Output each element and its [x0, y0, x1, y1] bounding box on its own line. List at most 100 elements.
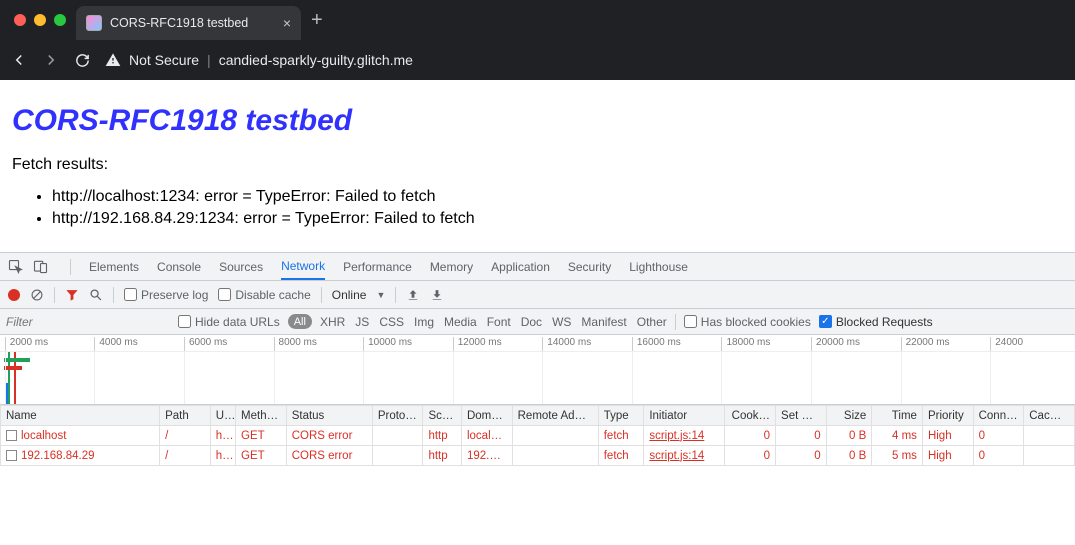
upload-icon[interactable] — [406, 288, 420, 302]
row-checkbox[interactable] — [6, 430, 17, 441]
search-icon[interactable] — [89, 288, 103, 302]
timeline-bar — [4, 366, 22, 370]
page-content: CORS-RFC1918 testbed Fetch results: http… — [0, 80, 1075, 252]
table-row[interactable]: localhost/h…GETCORS errorhttplocal…fetch… — [1, 426, 1075, 446]
timeline-tick: 2000 ms — [5, 337, 48, 351]
tab-sources[interactable]: Sources — [219, 260, 263, 274]
filter-type-doc[interactable]: Doc — [521, 315, 542, 329]
preserve-log-checkbox[interactable]: Preserve log — [124, 288, 208, 302]
col-conn[interactable]: Conn… — [973, 406, 1024, 426]
throttle-selector[interactable]: Online ▼ — [332, 288, 386, 302]
timeline-tick: 20000 ms — [811, 337, 860, 351]
cell-conn: 0 — [973, 426, 1024, 446]
tab-application[interactable]: Application — [491, 260, 550, 274]
reload-button[interactable] — [74, 52, 91, 69]
col-name[interactable]: Name — [1, 406, 160, 426]
cell-name: 192.168.84.29 — [1, 446, 160, 466]
tab-elements[interactable]: Elements — [89, 260, 139, 274]
row-checkbox[interactable] — [6, 450, 17, 461]
col-path[interactable]: Path — [160, 406, 211, 426]
network-timeline[interactable]: 2000 ms4000 ms6000 ms8000 ms10000 ms1200… — [0, 335, 1075, 405]
has-blocked-cookies-checkbox[interactable]: Has blocked cookies — [684, 315, 811, 329]
col-method[interactable]: Meth… — [236, 406, 287, 426]
filter-all-pill[interactable]: All — [288, 314, 312, 329]
col-protocol[interactable]: Proto… — [372, 406, 423, 426]
filter-type-ws[interactable]: WS — [552, 315, 571, 329]
timeline-tick: 22000 ms — [901, 337, 950, 351]
filter-icon[interactable] — [65, 288, 79, 302]
cell-type: fetch — [598, 446, 644, 466]
tab-console[interactable]: Console — [157, 260, 201, 274]
timeline-bar — [4, 358, 30, 362]
col-status[interactable]: Status — [286, 406, 372, 426]
cell-method: GET — [236, 446, 287, 466]
col-scheme[interactable]: Sc… — [423, 406, 462, 426]
cell-cache — [1024, 426, 1075, 446]
col-set-cookies[interactable]: Set C… — [776, 406, 827, 426]
cell-scheme: http — [423, 426, 462, 446]
cell-cache — [1024, 446, 1075, 466]
filter-type-img[interactable]: Img — [414, 315, 434, 329]
col-url[interactable]: U… — [210, 406, 235, 426]
timeline-tick: 24000 — [990, 337, 1023, 351]
address-bar[interactable]: Not Secure | candied-sparkly-guilty.glit… — [105, 52, 413, 68]
disable-cache-checkbox[interactable]: Disable cache — [218, 288, 310, 302]
filter-type-media[interactable]: Media — [444, 315, 477, 329]
filter-types: XHR JS CSS Img Media Font Doc WS Manifes… — [320, 315, 667, 329]
divider — [113, 287, 114, 303]
filter-type-css[interactable]: CSS — [379, 315, 404, 329]
timeline-tick: 10000 ms — [363, 337, 412, 351]
col-type[interactable]: Type — [598, 406, 644, 426]
clear-icon[interactable] — [30, 288, 44, 302]
device-toolbar-icon[interactable] — [33, 259, 48, 274]
col-remote[interactable]: Remote Ad… — [512, 406, 598, 426]
col-cache[interactable]: Cac… — [1024, 406, 1075, 426]
download-icon[interactable] — [430, 288, 444, 302]
initiator-link[interactable]: script.js:14 — [649, 430, 704, 442]
close-tab-icon[interactable]: × — [283, 15, 291, 31]
browser-tab[interactable]: CORS-RFC1918 testbed × — [76, 6, 301, 40]
cell-protocol — [372, 446, 423, 466]
filter-type-other[interactable]: Other — [637, 315, 667, 329]
tab-performance[interactable]: Performance — [343, 260, 412, 274]
initiator-link[interactable]: script.js:14 — [649, 450, 704, 462]
filter-type-manifest[interactable]: Manifest — [581, 315, 626, 329]
close-window-icon[interactable] — [14, 14, 26, 26]
tab-network[interactable]: Network — [281, 259, 325, 280]
blocked-requests-checkbox[interactable]: ✓ Blocked Requests — [819, 315, 933, 329]
cell-initiator: script.js:14 — [644, 426, 725, 446]
tab-memory[interactable]: Memory — [430, 260, 473, 274]
col-time[interactable]: Time — [872, 406, 923, 426]
filter-type-xhr[interactable]: XHR — [320, 315, 345, 329]
cell-scheme: http — [423, 446, 462, 466]
filter-type-font[interactable]: Font — [487, 315, 511, 329]
filter-type-js[interactable]: JS — [355, 315, 369, 329]
cell-set-cookies: 0 — [776, 426, 827, 446]
col-priority[interactable]: Priority — [922, 406, 973, 426]
timeline-gridline — [721, 352, 722, 404]
cell-priority: High — [922, 426, 973, 446]
new-tab-button[interactable]: + — [311, 10, 323, 30]
col-cookies[interactable]: Cook… — [725, 406, 776, 426]
timeline-marker — [6, 383, 8, 404]
blocked-requests-label: Blocked Requests — [836, 315, 933, 329]
cell-protocol — [372, 426, 423, 446]
hide-data-urls-checkbox[interactable]: Hide data URLs — [178, 315, 280, 329]
maximize-window-icon[interactable] — [54, 14, 66, 26]
forward-button[interactable] — [42, 51, 60, 69]
col-size[interactable]: Size — [826, 406, 872, 426]
table-row[interactable]: 192.168.84.29/h…GETCORS errorhttp192.…fe… — [1, 446, 1075, 466]
tab-security[interactable]: Security — [568, 260, 611, 274]
col-domain[interactable]: Dom… — [461, 406, 512, 426]
divider — [54, 287, 55, 303]
filter-input[interactable] — [0, 310, 170, 334]
col-initiator[interactable]: Initiator — [644, 406, 725, 426]
tab-title: CORS-RFC1918 testbed — [110, 16, 275, 30]
inspect-element-icon[interactable] — [8, 259, 23, 274]
record-button[interactable] — [8, 289, 20, 301]
timeline-gridline — [274, 352, 275, 404]
back-button[interactable] — [10, 51, 28, 69]
minimize-window-icon[interactable] — [34, 14, 46, 26]
tab-lighthouse[interactable]: Lighthouse — [629, 260, 688, 274]
divider — [70, 259, 71, 275]
